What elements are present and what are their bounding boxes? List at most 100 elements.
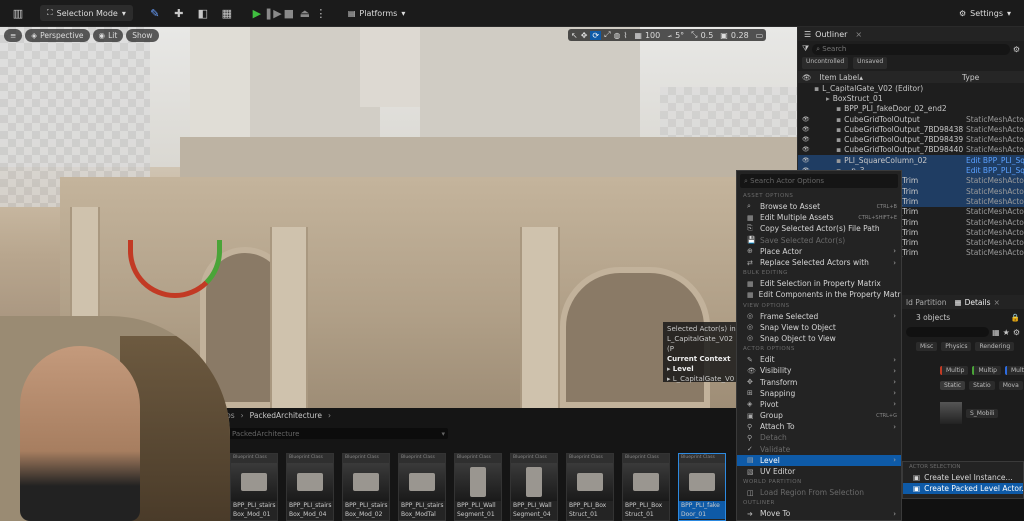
menu-item-place-actor[interactable]: ⊕ Place Actor ›	[737, 246, 901, 257]
asset-tile[interactable]: Blueprint Class BPP_PLI_Wall Segment_01	[454, 453, 502, 521]
tab-physics[interactable]: Physics	[941, 342, 972, 351]
details-search-input[interactable]	[906, 327, 990, 337]
outliner-row[interactable]: ▪ L_CapitalGate_V02 (Editor)	[798, 83, 1024, 93]
camera-speed-icon[interactable]: ▣	[720, 31, 728, 40]
location-field[interactable]: Multip	[940, 366, 969, 375]
close-icon[interactable]: ×	[994, 298, 1000, 307]
asset-tile[interactable]: Blueprint Class BPP_PLI_Box Struct_01	[566, 453, 614, 521]
tab-world-partition[interactable]: ld Partition	[902, 298, 951, 307]
scale-icon[interactable]: ⤢	[604, 30, 610, 40]
eye-icon[interactable]: 👁	[802, 73, 812, 82]
outliner-row[interactable]: 👁 ▪ CubeGridToolOutput_7BD98440 StaticMeshA…	[798, 145, 1024, 155]
star-icon[interactable]: ★	[1003, 328, 1010, 337]
asset-tile[interactable]: Blueprint Class BPP_PLI_stairs Box_Mod_01	[230, 453, 278, 521]
outliner-row[interactable]: 👁 ▪ CubeGridToolOutput_7BD98438 StaticMeshA…	[798, 124, 1024, 134]
close-icon[interactable]: ×	[855, 30, 862, 39]
create-level-instance-item[interactable]: ▣ Create Level Instance...	[903, 472, 1023, 483]
add-actor-icon[interactable]: ✚	[171, 5, 187, 21]
outliner-row[interactable]: ▪ BPP_PLI_fakeDoor_02_end2	[798, 104, 1024, 114]
menu-item-group[interactable]: ▣ Group CTRL+G	[737, 410, 901, 421]
col-item-label[interactable]: Item Label	[820, 73, 860, 82]
menu-item-uv-editor[interactable]: ▧ UV Editor	[737, 466, 901, 477]
visibility-icon[interactable]: 👁	[802, 146, 812, 153]
scale-snap-value[interactable]: 0.5	[701, 31, 714, 40]
grid-icon[interactable]: ▦	[992, 328, 1000, 337]
menu-item-frame-selected[interactable]: ◎ Frame Selected ›	[737, 311, 901, 322]
lock-icon[interactable]: 🔒	[1011, 313, 1020, 322]
show-button[interactable]: Show	[126, 29, 159, 42]
scale-snap-icon[interactable]: ⤡	[691, 30, 697, 40]
filter-icon[interactable]: ⧩	[802, 44, 809, 54]
menu-item-edit[interactable]: ✎ Edit ›	[737, 354, 901, 365]
content-search-input[interactable]: PackedArchitecture ▾	[228, 428, 448, 439]
breadcrumb-folder[interactable]: PackedArchitecture	[250, 411, 322, 420]
mobility-movable[interactable]: Mova	[998, 381, 1023, 390]
mobility-static[interactable]: Static	[940, 381, 966, 390]
menu-item-pivot[interactable]: ◈ Pivot ›	[737, 399, 901, 410]
asset-tile[interactable]: Blueprint Class BPP_PLI_stairs Box_Mod_04	[286, 453, 334, 521]
lit-button[interactable]: ◉ Lit	[92, 29, 124, 42]
step-icon[interactable]: ❚▶	[264, 5, 282, 21]
col-type[interactable]: Type	[962, 73, 1020, 82]
asset-tile[interactable]: Blueprint Class BPP_PLI_Wall Segment_04	[510, 453, 558, 521]
menu-item-edit-components-in-the-property-matrix[interactable]: ▦Edit Components in the Property Matrix›	[737, 289, 901, 300]
create-packed-level-actor-item[interactable]: ▣ Create Packed Level Actor...	[903, 483, 1024, 494]
asset-tile[interactable]: Blueprint Class BPP_PLI_stairs Box_Mod_02	[342, 453, 390, 521]
menu-item-save-selected-actor-s[interactable]: 💾 Save Selected Actor(s)	[737, 235, 901, 246]
cinematics-icon[interactable]: ▦	[219, 5, 235, 21]
filter-uncontrolled[interactable]: Uncontrolled	[802, 57, 849, 69]
visibility-icon[interactable]: 👁	[802, 157, 812, 164]
mesh-dropdown[interactable]: S_Mobili	[966, 408, 999, 418]
gear-icon[interactable]: ⚙	[1013, 328, 1020, 337]
menu-item-browse-to-asset[interactable]: ⌕ Browse to Asset CTRL+B	[737, 201, 901, 212]
asset-tile[interactable]: Blueprint Class BPP_PLI_fake Door_01	[678, 453, 726, 521]
play-icon[interactable]: ▶	[249, 5, 265, 21]
outliner-row[interactable]: 👁 ▪ PLI_SquareColumn_02 Edit BPP_PLI_Squ	[798, 155, 1024, 166]
asset-tile[interactable]: Blueprint Class BPP_PLI_stairs Box_ModTal	[398, 453, 446, 521]
settings-button[interactable]: ⚙ Settings ▾	[952, 6, 1018, 21]
modeling-icon[interactable]: ✎	[147, 5, 163, 21]
menu-item-level[interactable]: ▤ Level ›	[737, 454, 901, 466]
surface-snap-icon[interactable]: ⌇	[624, 31, 628, 40]
tab-details[interactable]: ▦ Details ×	[951, 298, 1004, 307]
grid-snap-icon[interactable]: ▦	[634, 31, 642, 40]
scale-field[interactable]: Multip	[1004, 366, 1024, 375]
outliner-tab[interactable]: ☰ Outliner ×	[798, 27, 1024, 41]
visibility-icon[interactable]: 👁	[802, 116, 812, 123]
menu-item-replace-selected-actors-with[interactable]: ⇄ Replace Selected Actors with ›	[737, 257, 901, 268]
filter-unsaved[interactable]: Unsaved	[853, 57, 888, 69]
mobility-stationary[interactable]: Statio	[969, 381, 995, 390]
menu-item-detach[interactable]: ⚲ Detach	[737, 432, 901, 443]
menu-item-snap-view-to-object[interactable]: ◎ Snap View to Object	[737, 322, 901, 333]
rotation-snap-value[interactable]: 5°	[675, 31, 684, 40]
select-icon[interactable]: ↖	[571, 31, 578, 40]
tab-misc[interactable]: Misc	[916, 342, 938, 351]
settings-icon[interactable]: ⚙	[1013, 45, 1020, 54]
menu-item-copy-selected-actor-s-file-path[interactable]: ⎘ Copy Selected Actor(s) File Path	[737, 223, 901, 234]
rotation-field[interactable]: Multip	[972, 366, 1001, 375]
viewport-options-button[interactable]: ≡	[4, 29, 23, 42]
outliner-row[interactable]: ▸ BoxStruct_01	[798, 93, 1024, 103]
menu-item-edit-multiple-assets[interactable]: ▦ Edit Multiple Assets CTRL+SHIFT+E	[737, 212, 901, 223]
stop-icon[interactable]: ■	[281, 5, 297, 21]
rotation-snap-icon[interactable]: ⦟	[667, 30, 672, 40]
tab-rendering[interactable]: Rendering	[975, 342, 1015, 351]
move-icon[interactable]: ✥	[581, 31, 588, 40]
visibility-icon[interactable]: 👁	[802, 136, 812, 143]
outliner-row[interactable]: 👁 ▪ CubeGridToolOutput_7BD98439 StaticMeshA…	[798, 134, 1024, 144]
outliner-row[interactable]: 👁 ▪ CubeGridToolOutput StaticMeshActor	[798, 114, 1024, 124]
menu-item-edit-selection-in-property-matrix[interactable]: ▦ Edit Selection in Property Matrix	[737, 278, 901, 289]
menu-item-move-to[interactable]: ➜ Move To ›	[737, 508, 901, 519]
outliner-search-input[interactable]: ⌕ Search	[812, 43, 1010, 55]
rotate-icon[interactable]: ⟳	[590, 30, 602, 40]
menu-item-transform[interactable]: ✥ Transform ›	[737, 376, 901, 387]
menu-item-snap-object-to-view[interactable]: ◎ Snap Object to View	[737, 333, 901, 344]
content-drawer-icon[interactable]: ▥	[10, 5, 26, 21]
blueprint-icon[interactable]: ◧	[195, 5, 211, 21]
menu-item-snapping[interactable]: ⊞ Snapping ›	[737, 388, 901, 399]
camera-speed-value[interactable]: 0.28	[731, 31, 749, 40]
context-search-input[interactable]: ⌕ Search Actor Options	[740, 174, 898, 188]
eject-icon[interactable]: ⏏	[297, 5, 313, 21]
world-icon[interactable]: ◍	[614, 31, 621, 40]
asset-tile[interactable]: Blueprint Class BPP_PLI_Box Struct_01	[622, 453, 670, 521]
